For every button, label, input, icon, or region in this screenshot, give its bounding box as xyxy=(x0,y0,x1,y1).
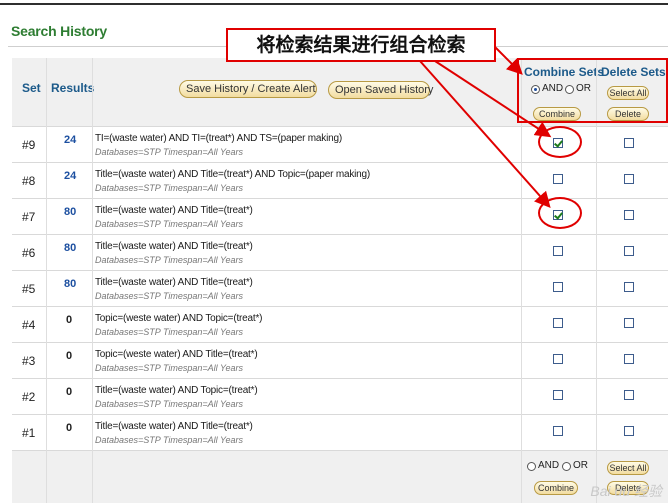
annotation-arrow xyxy=(494,46,523,75)
annotation-arrows xyxy=(419,46,552,208)
annotation-arrow xyxy=(419,60,551,208)
watermark: Bai du 经验 xyxy=(590,483,662,499)
